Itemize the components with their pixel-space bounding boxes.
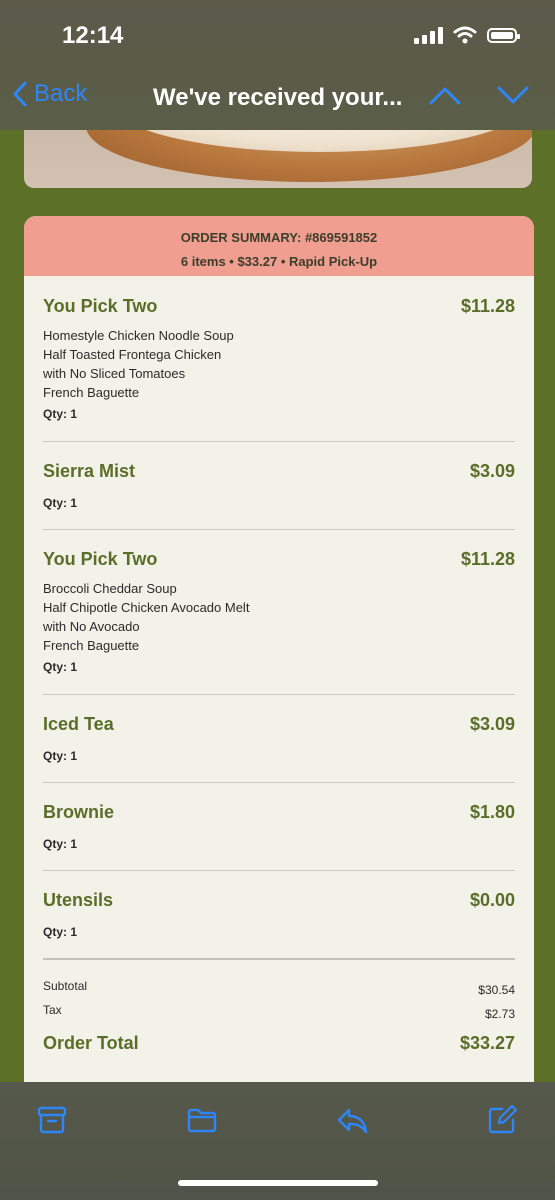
email-subject-title: We've received your... bbox=[153, 84, 403, 111]
subtotal-value: $30.54 bbox=[478, 983, 515, 997]
order-total-label: Order Total bbox=[43, 1033, 139, 1053]
item-detail-line: French Baguette bbox=[43, 385, 140, 400]
item-qty: Qty: 1 bbox=[43, 925, 78, 939]
battery-icon bbox=[487, 27, 520, 43]
item-detail-line: with No Avocado bbox=[43, 619, 140, 634]
order-summary-subtitle: 6 items • $33.27 • Rapid Pick-Up bbox=[180, 254, 378, 269]
top-bar: 12:14 Back We've received your... bbox=[0, 0, 555, 130]
item-detail-line: Half Chipotle Chicken Avocado Melt bbox=[43, 600, 250, 615]
divider bbox=[43, 441, 515, 442]
item-name: You Pick Two bbox=[43, 549, 158, 569]
folder-icon[interactable] bbox=[186, 1104, 218, 1136]
divider bbox=[43, 529, 515, 530]
item-detail-line: Homestyle Chicken Noodle Soup bbox=[43, 328, 234, 343]
item-detail-line: Half Toasted Frontega Chicken bbox=[43, 347, 222, 362]
item-price: $11.28 bbox=[460, 549, 515, 569]
item-name: Sierra Mist bbox=[43, 461, 136, 481]
item-details: Homestyle Chicken Noodle Soup Half Toast… bbox=[43, 326, 234, 402]
status-icons bbox=[414, 26, 520, 44]
item-qty: Qty: 1 bbox=[43, 496, 78, 510]
item-qty: Qty: 1 bbox=[43, 660, 78, 674]
item-price: $1.80 bbox=[469, 802, 515, 822]
order-summary-card: ORDER SUMMARY: #869591852 6 items • $33.… bbox=[24, 216, 534, 1096]
cellular-signal-icon bbox=[414, 26, 443, 44]
archive-icon[interactable] bbox=[36, 1104, 68, 1136]
back-button[interactable]: Back bbox=[12, 80, 87, 108]
status-time: 12:14 bbox=[62, 22, 124, 49]
item-qty: Qty: 1 bbox=[43, 837, 78, 851]
next-message-chevron-down-icon[interactable] bbox=[496, 84, 530, 106]
divider bbox=[43, 782, 515, 783]
item-detail-line: with No Sliced Tomatoes bbox=[43, 366, 186, 381]
item-price: $3.09 bbox=[469, 714, 515, 734]
divider bbox=[43, 870, 515, 871]
compose-icon[interactable] bbox=[486, 1104, 518, 1136]
item-price: $0.00 bbox=[469, 890, 515, 910]
order-summary-header: ORDER SUMMARY: #869591852 6 items • $33.… bbox=[24, 216, 534, 276]
back-label: Back bbox=[34, 80, 88, 107]
divider bbox=[43, 694, 515, 695]
order-total-value: $33.27 bbox=[459, 1033, 515, 1053]
item-detail-line: French Baguette bbox=[43, 638, 140, 653]
wifi-icon bbox=[453, 26, 477, 44]
item-detail-line: Broccoli Cheddar Soup bbox=[43, 581, 177, 596]
reply-icon[interactable] bbox=[336, 1104, 368, 1136]
item-name: You Pick Two bbox=[43, 296, 158, 316]
item-name: Utensils bbox=[43, 890, 114, 910]
item-name: Brownie bbox=[43, 802, 115, 822]
previous-message-chevron-up-icon[interactable] bbox=[428, 84, 462, 106]
tax-label: Tax bbox=[43, 1003, 62, 1017]
item-price: $11.28 bbox=[460, 296, 515, 316]
nav-bar: Back We've received your... bbox=[0, 78, 555, 118]
tax-value: $2.73 bbox=[484, 1007, 515, 1021]
home-indicator[interactable] bbox=[178, 1180, 378, 1186]
totals-divider bbox=[43, 958, 515, 960]
item-price: $3.09 bbox=[469, 461, 515, 481]
item-qty: Qty: 1 bbox=[43, 407, 78, 421]
chevron-left-icon bbox=[13, 81, 27, 107]
order-summary-title: ORDER SUMMARY: #869591852 bbox=[180, 230, 378, 245]
item-qty: Qty: 1 bbox=[43, 749, 78, 763]
item-name: Iced Tea bbox=[43, 714, 114, 734]
subtotal-label: Subtotal bbox=[43, 979, 88, 993]
item-details: Broccoli Cheddar Soup Half Chipotle Chic… bbox=[43, 579, 249, 655]
